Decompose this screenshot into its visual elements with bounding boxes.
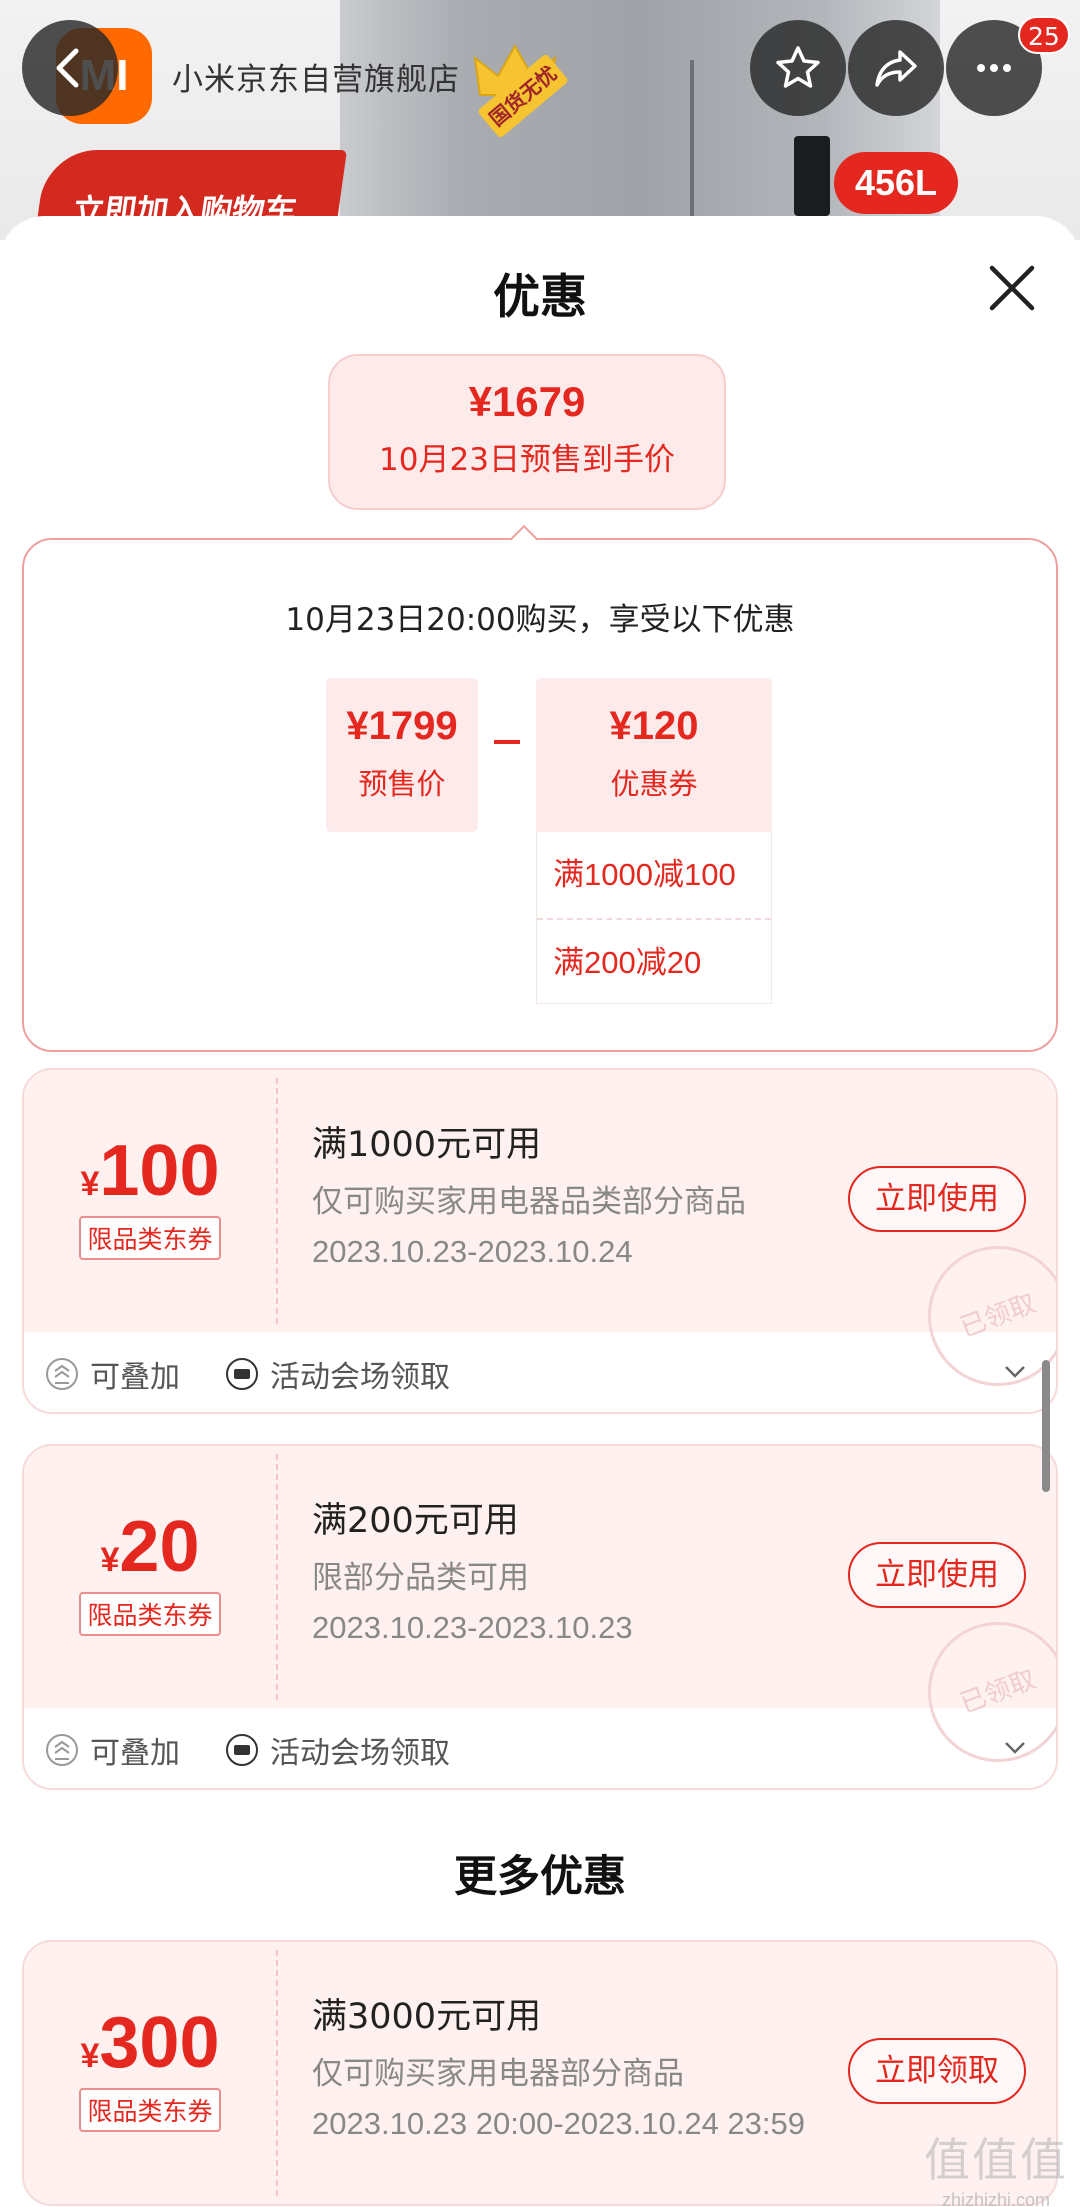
coupon-total-label: 优惠券 — [610, 767, 698, 801]
coupon-card: ¥20 限品类东券 满200元可用 限部分品类可用 2023.10.23-202… — [22, 1444, 1058, 1790]
store-name[interactable]: 小米京东自营旗舰店 — [172, 54, 460, 99]
yen-sign: ¥ — [80, 2037, 100, 2075]
sheet-title: 优惠 — [493, 270, 587, 325]
coupon-validity: 2023.10.23-2023.10.24 — [312, 1234, 633, 1269]
stackable-info: 可叠加 — [44, 1728, 180, 1772]
use-now-button[interactable]: 立即使用 — [848, 1166, 1026, 1232]
coupon-value: ¥20 限品类东券 — [24, 1446, 276, 1708]
source-label: 活动会场领取 — [270, 1736, 450, 1771]
discount-sheet: 优惠 ¥1679 10月23日预售到手价 10月23日20:00购买，享受以下优… — [0, 216, 1080, 2207]
share-icon — [875, 50, 917, 87]
stackable-label: 可叠加 — [90, 1736, 180, 1771]
capacity-badge: 456L — [834, 152, 958, 214]
presale-price-label: 预售价 — [358, 767, 446, 801]
source-info: 活动会场领取 — [224, 1728, 450, 1772]
coupon-value: ¥100 限品类东券 — [24, 1070, 276, 1332]
price-calculation-box: 10月23日20:00购买，享受以下优惠 ¥1799 预售价 ¥120 优惠券 … — [22, 538, 1058, 1052]
coupon-value: ¥300 限品类东券 — [24, 1942, 276, 2204]
favorite-button[interactable] — [750, 20, 846, 116]
more-offers-title: 更多优惠 — [454, 1852, 626, 1902]
coupon-amount: 20 — [119, 1507, 200, 1587]
coupon-total-cell: ¥120 优惠券 — [536, 678, 772, 832]
coupon-card: ¥300 限品类东券 满3000元可用 仅可购买家用电器部分商品 2023.10… — [22, 1940, 1058, 2206]
coupon-type-tag: 限品类东券 — [79, 1216, 221, 1260]
fridge-control-panel — [794, 136, 830, 216]
close-icon[interactable] — [976, 252, 1048, 324]
coupon-divider — [276, 1454, 278, 1700]
presale-price-amount: ¥1799 — [346, 704, 458, 748]
coupon-condition: 满3000元可用 — [312, 1997, 542, 2037]
calc-heading: 10月23日20:00购买，享受以下优惠 — [285, 602, 795, 638]
star-icon — [776, 46, 820, 88]
stack-icon — [46, 1358, 78, 1390]
source-info: 活动会场领取 — [224, 1352, 450, 1396]
coupon-card: ¥100 限品类东券 满1000元可用 仅可购买家用电器品类部分商品 2023.… — [22, 1068, 1058, 1414]
coupon-rule-item: 满200减20 — [537, 918, 771, 1004]
stack-icon — [46, 1734, 78, 1766]
coupon-description: 仅可购买家用电器部分商品 — [312, 2056, 684, 2092]
yen-sign: ¥ — [100, 1541, 120, 1579]
coupon-condition: 满200元可用 — [312, 1501, 519, 1541]
coupon-description: 限部分品类可用 — [312, 1560, 529, 1596]
ticket-icon — [226, 1734, 258, 1766]
coupon-divider — [276, 1950, 278, 2196]
coupon-type-tag: 限品类东券 — [79, 1592, 221, 1636]
claim-now-button[interactable]: 立即领取 — [848, 2038, 1026, 2104]
coupon-rule-list: 满1000减100 满200减20 — [536, 832, 772, 1004]
share-button[interactable] — [848, 20, 944, 116]
presale-price-cell: ¥1799 预售价 — [326, 678, 478, 832]
fridge-door-gap — [690, 60, 694, 240]
watermark-url: zhizhizhi.com — [941, 2190, 1051, 2207]
coupon-amount: 100 — [99, 1131, 220, 1211]
final-price-amount: ¥1679 — [468, 378, 586, 425]
coupon-divider — [276, 1078, 278, 1324]
scrollbar[interactable] — [1042, 1360, 1050, 1492]
source-label: 活动会场领取 — [270, 1360, 450, 1395]
message-count-badge: 25 — [1018, 16, 1070, 54]
yen-sign: ¥ — [80, 1165, 100, 1203]
ticket-icon — [226, 1358, 258, 1390]
back-button[interactable] — [22, 20, 118, 116]
coupon-rule-item: 满1000减100 — [553, 857, 736, 892]
final-price-label: 10月23日预售到手价 — [379, 442, 675, 478]
chevron-down-icon[interactable] — [1000, 1356, 1030, 1386]
final-price-card: ¥1679 10月23日预售到手价 — [328, 354, 726, 510]
watermark-logo: 值值值 — [924, 2133, 1068, 2187]
coupon-validity: 2023.10.23-2023.10.23 — [312, 1610, 633, 1645]
stackable-label: 可叠加 — [90, 1360, 180, 1395]
chevron-down-icon[interactable] — [1000, 1732, 1030, 1762]
minus-operator — [494, 740, 520, 744]
coupon-description: 仅可购买家用电器品类部分商品 — [312, 1184, 746, 1220]
coupon-amount: 300 — [99, 2003, 220, 2083]
coupon-validity: 2023.10.23 20:00-2023.10.24 23:59 — [312, 2106, 806, 2141]
coupon-condition: 满1000元可用 — [312, 1125, 542, 1165]
coupon-total-amount: ¥120 — [609, 704, 699, 748]
more-icon — [977, 64, 1011, 72]
coupon-type-tag: 限品类东券 — [79, 2088, 221, 2132]
use-now-button[interactable]: 立即使用 — [848, 1542, 1026, 1608]
stackable-info: 可叠加 — [44, 1352, 180, 1396]
watermark: 值值值 zhizhizhi.com — [924, 2124, 1068, 2207]
back-arrow-icon — [56, 48, 79, 88]
